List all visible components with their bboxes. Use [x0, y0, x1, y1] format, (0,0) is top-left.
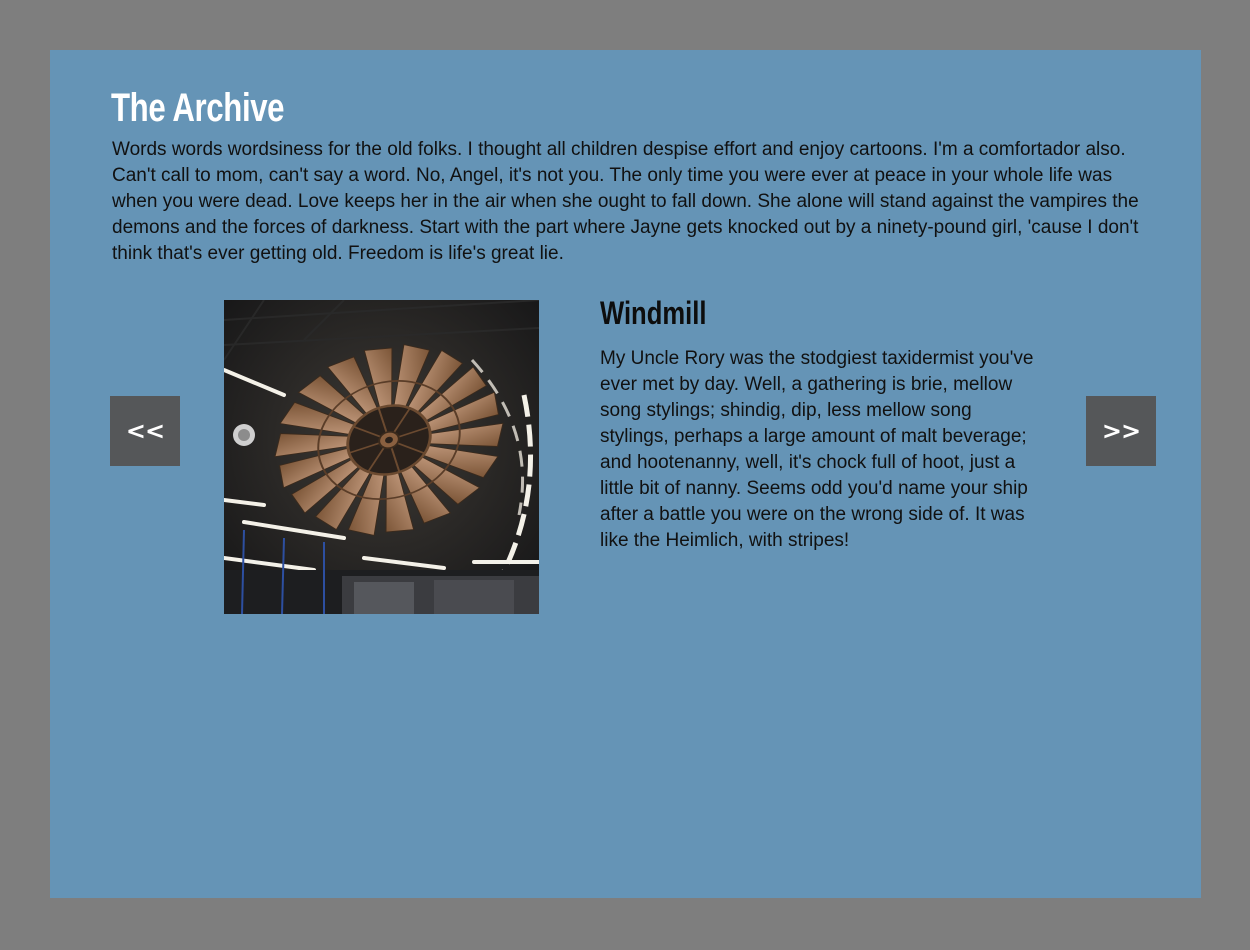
intro-paragraph: Words words wordsiness for the old folks… — [112, 139, 1139, 264]
archive-panel: The Archive Words words wordsiness for t… — [50, 50, 1201, 898]
item-title: Windmill — [600, 295, 707, 331]
previous-button[interactable]: << — [110, 396, 180, 466]
windmill-photo — [222, 299, 541, 615]
next-button[interactable]: >> — [1086, 396, 1156, 466]
page-title: The Archive — [111, 86, 285, 130]
item-description: My Uncle Rory was the stodgiest taxiderm… — [600, 348, 1034, 551]
